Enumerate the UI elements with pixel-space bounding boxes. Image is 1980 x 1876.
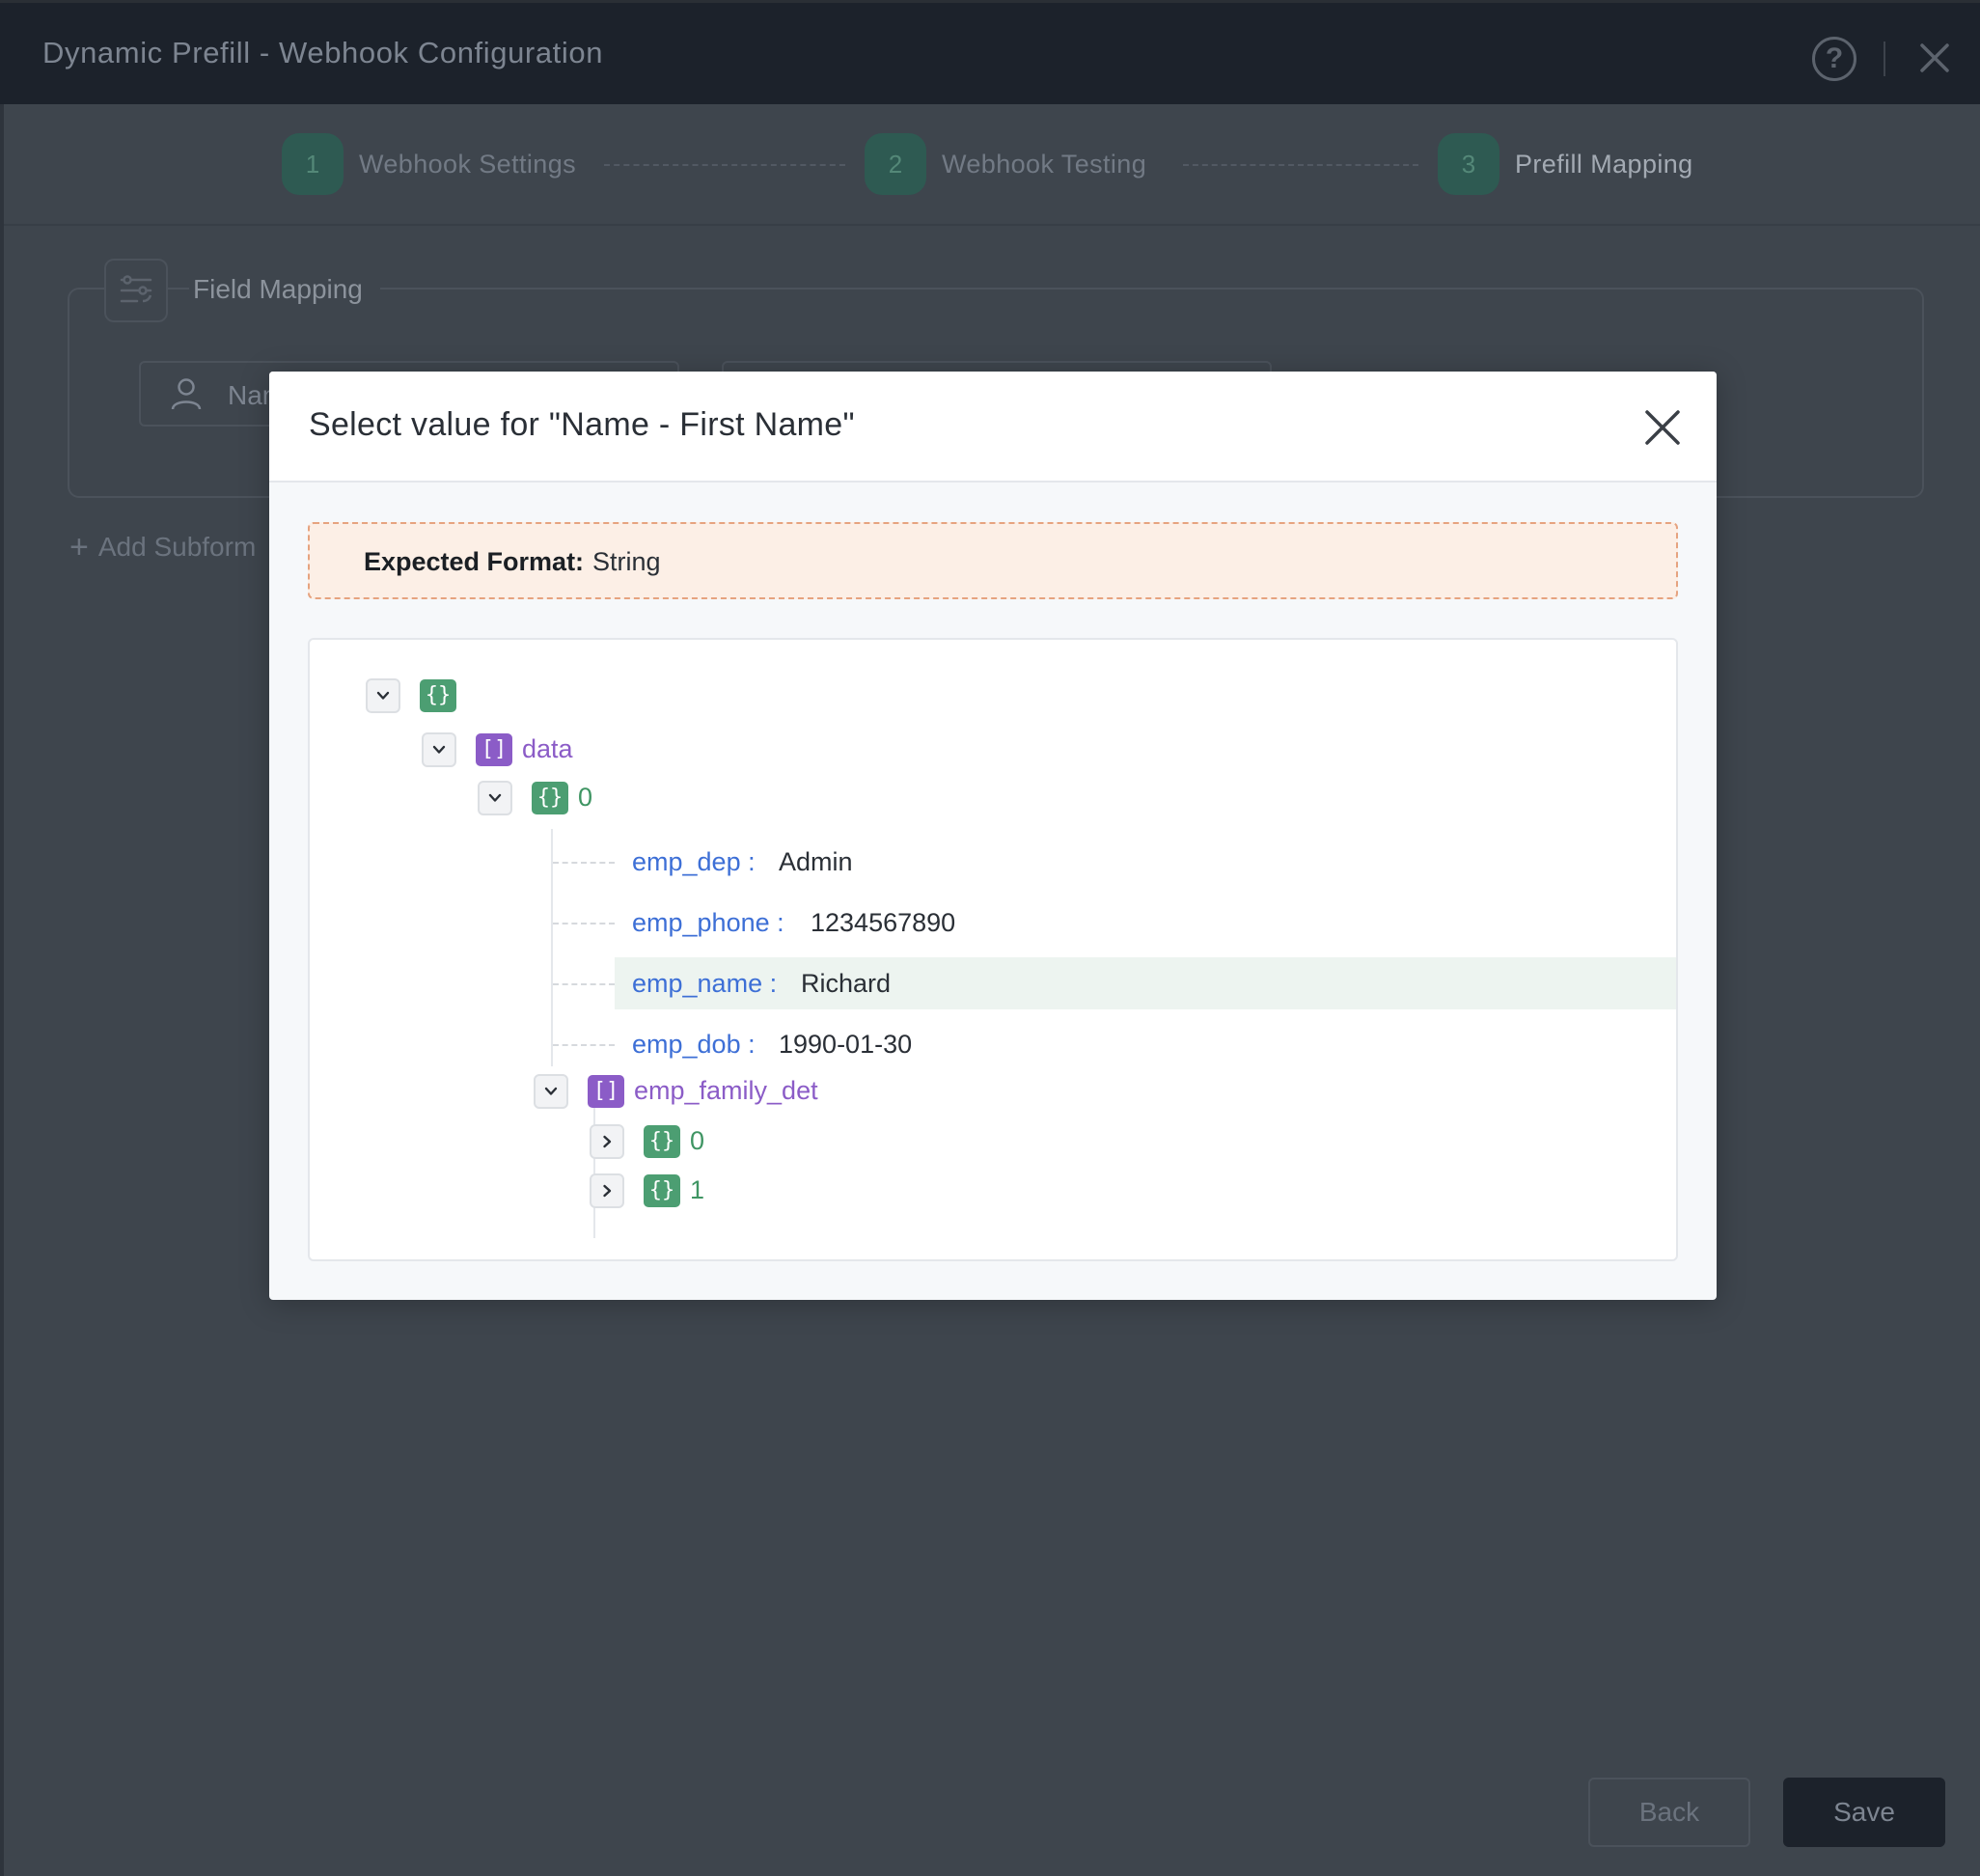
tree-connector bbox=[553, 923, 615, 924]
step-webhook-testing[interactable]: 2 Webhook Testing bbox=[865, 133, 1146, 195]
step-connector bbox=[1183, 164, 1418, 166]
back-button[interactable]: Back bbox=[1588, 1778, 1750, 1847]
json-tree: {} [] data {} 0 emp_dep : Admin emp_phon… bbox=[308, 638, 1678, 1261]
modal-title: Select value for "Name - First Name" bbox=[309, 406, 855, 443]
collapse-toggle[interactable] bbox=[422, 732, 456, 767]
tree-leaf-emp-dep[interactable]: emp_dep : Admin bbox=[615, 836, 1676, 888]
object-badge: {} bbox=[644, 1125, 680, 1158]
step-number: 3 bbox=[1438, 133, 1499, 195]
tree-connector bbox=[553, 862, 615, 864]
plus-icon: + bbox=[69, 529, 89, 566]
leaf-value: Richard bbox=[801, 969, 892, 998]
object-badge: {} bbox=[644, 1174, 680, 1207]
chevron-down-icon bbox=[432, 745, 446, 754]
leaf-key: emp_name : bbox=[632, 969, 778, 998]
expand-toggle[interactable] bbox=[590, 1124, 624, 1159]
window-titlebar: Dynamic Prefill - Webhook Configuration … bbox=[0, 0, 1980, 104]
tree-leaf-emp-phone[interactable]: emp_phone : 1234567890 bbox=[615, 897, 1676, 949]
step-webhook-settings[interactable]: 1 Webhook Settings bbox=[282, 133, 576, 195]
tree-leaf-emp-name[interactable]: emp_name : Richard bbox=[615, 957, 1676, 1009]
chevron-down-icon bbox=[544, 1087, 558, 1095]
leaf-key: emp_dob : bbox=[632, 1030, 756, 1059]
collapse-toggle[interactable] bbox=[478, 781, 512, 815]
leaf-value: Admin bbox=[779, 847, 853, 876]
select-value-modal: Select value for "Name - First Name" Exp… bbox=[269, 372, 1717, 1300]
step-prefill-mapping[interactable]: 3 Prefill Mapping bbox=[1438, 133, 1693, 195]
field-mapping-icon bbox=[104, 259, 168, 322]
step-label: Webhook Testing bbox=[942, 149, 1147, 179]
window-close-icon[interactable] bbox=[1912, 36, 1957, 80]
collapse-toggle[interactable] bbox=[534, 1074, 568, 1109]
stepper: 1 Webhook Settings 2 Webhook Testing 3 P… bbox=[4, 104, 1980, 226]
leaf-key: emp_dep : bbox=[632, 847, 756, 876]
add-subform-label: Add Subform bbox=[97, 532, 257, 562]
collapse-toggle[interactable] bbox=[366, 678, 400, 713]
array-badge: [] bbox=[476, 733, 512, 766]
step-number: 2 bbox=[865, 133, 926, 195]
tree-node-index[interactable]: 0 bbox=[578, 783, 592, 813]
object-badge: {} bbox=[532, 782, 568, 814]
expected-format-label: Expected Format: bbox=[364, 547, 585, 576]
object-badge: {} bbox=[420, 679, 456, 712]
modal-close-icon[interactable] bbox=[1643, 408, 1682, 447]
tree-node-data[interactable]: data bbox=[522, 734, 573, 764]
titlebar-divider bbox=[1884, 41, 1885, 76]
chevron-down-icon bbox=[488, 793, 502, 802]
step-label: Prefill Mapping bbox=[1515, 149, 1693, 179]
leaf-key: emp_phone : bbox=[632, 908, 784, 937]
expand-toggle[interactable] bbox=[590, 1173, 624, 1208]
step-number: 1 bbox=[282, 133, 344, 195]
help-icon[interactable]: ? bbox=[1812, 37, 1856, 81]
tree-node-emp-family-det[interactable]: emp_family_det bbox=[634, 1076, 818, 1106]
window-title: Dynamic Prefill - Webhook Configuration bbox=[42, 36, 604, 69]
tree-node-index[interactable]: 1 bbox=[690, 1175, 704, 1205]
save-button[interactable]: Save bbox=[1783, 1778, 1945, 1847]
add-subform-button[interactable]: + Add Subform bbox=[69, 529, 256, 566]
tree-connector bbox=[553, 983, 615, 985]
step-label: Webhook Settings bbox=[359, 149, 577, 179]
tree-node-index[interactable]: 0 bbox=[690, 1126, 704, 1156]
leaf-value: 1990-01-30 bbox=[779, 1030, 913, 1059]
tree-leaf-emp-dob[interactable]: emp_dob : 1990-01-30 bbox=[615, 1018, 1676, 1070]
tree-connector bbox=[553, 1044, 615, 1046]
expected-format-banner: Expected Format: String bbox=[308, 522, 1678, 599]
expected-format-value: String bbox=[592, 547, 661, 576]
step-connector bbox=[604, 164, 845, 166]
tree-guide-line bbox=[551, 829, 553, 1066]
array-badge: [] bbox=[588, 1075, 624, 1108]
leaf-value: 1234567890 bbox=[811, 908, 956, 937]
field-mapping-label: Field Mapping bbox=[189, 274, 380, 305]
chevron-right-icon bbox=[603, 1135, 612, 1148]
person-icon bbox=[171, 378, 202, 410]
chevron-right-icon bbox=[603, 1184, 612, 1198]
modal-header: Select value for "Name - First Name" bbox=[269, 372, 1717, 483]
chevron-down-icon bbox=[376, 691, 390, 700]
tree-guide-line bbox=[593, 1103, 595, 1238]
